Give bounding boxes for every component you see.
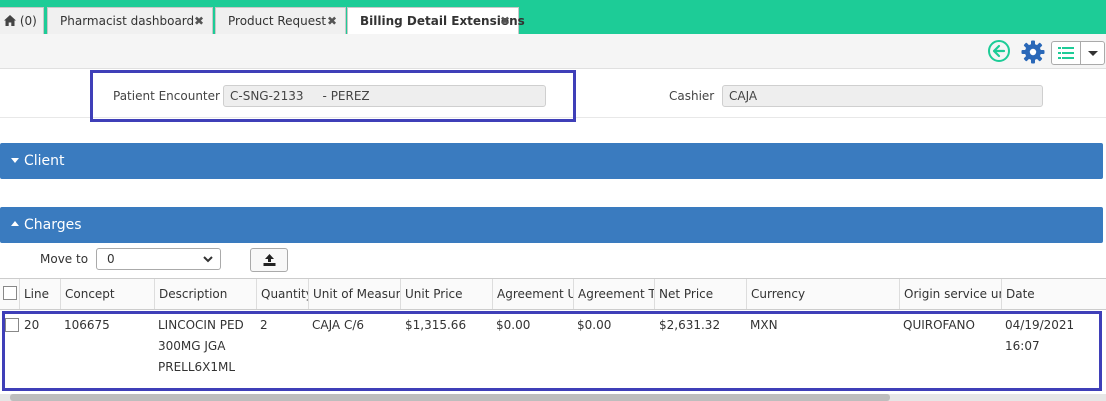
caret-down-icon[interactable] [1088, 51, 1098, 56]
column-header-date[interactable]: Date [1001, 279, 1106, 309]
move-to-value: 0 [107, 252, 115, 266]
chevron-down-icon [203, 256, 213, 263]
client-section-header[interactable]: Client [0, 143, 1103, 179]
column-header-agreement-total[interactable]: Agreement Total [573, 279, 654, 309]
home-tab-content: (0) [4, 8, 37, 34]
column-header-concept[interactable]: Concept [60, 279, 154, 309]
tab-bar: (0) Pharmacist dashboard ✖ Product Reque… [0, 0, 1106, 35]
column-header-agreement-unit[interactable]: Agreement Unit [492, 279, 573, 309]
move-to-select[interactable]: 0 [96, 248, 221, 270]
caret-down-icon [11, 158, 19, 163]
caret-up-icon [11, 221, 19, 226]
encounter-highlight [90, 70, 576, 122]
column-header-unit-price[interactable]: Unit Price [400, 279, 492, 309]
tab-billing-detail-extensions[interactable]: Billing Detail Extensions ✖ [347, 7, 525, 35]
home-icon [4, 15, 16, 26]
close-icon[interactable]: ✖ [327, 8, 337, 34]
back-circle-icon [992, 44, 1006, 58]
close-icon[interactable]: ✖ [194, 8, 204, 34]
home-tab-count: (0) [19, 14, 37, 28]
toolbar [0, 34, 1106, 69]
charges-section-header[interactable]: Charges [0, 207, 1103, 243]
tab-label: Pharmacist dashboard [60, 14, 195, 28]
list-view-dropdown[interactable] [1051, 41, 1105, 65]
column-header-currency[interactable]: Currency [746, 279, 899, 309]
back-button[interactable] [988, 40, 1010, 62]
upload-icon [263, 254, 276, 266]
upload-button[interactable] [250, 248, 288, 272]
column-header-line[interactable]: Line [19, 279, 60, 309]
tab-home[interactable]: (0) [0, 7, 44, 34]
charges-table-header: Line Concept Description Quantity Unit o… [0, 278, 1106, 310]
tab-product-request[interactable]: Product Request ✖ [215, 7, 346, 34]
gear-icon [1021, 40, 1045, 64]
select-all-checkbox[interactable] [3, 286, 17, 300]
column-header-net-price[interactable]: Net Price [654, 279, 746, 309]
horizontal-scrollbar[interactable] [0, 394, 1106, 401]
settings-button[interactable] [1020, 39, 1046, 68]
tab-label: Product Request [228, 14, 327, 28]
row-highlight [2, 311, 1102, 391]
column-header-description[interactable]: Description [154, 279, 256, 309]
list-icon [1058, 47, 1074, 59]
column-header-unit-of-measure[interactable]: Unit of Measure [308, 279, 400, 309]
scrollbar-thumb[interactable] [10, 394, 890, 401]
tab-pharmacist-dashboard[interactable]: Pharmacist dashboard ✖ [47, 7, 213, 34]
column-header-origin-service-unit[interactable]: Origin service unit [899, 279, 1001, 309]
cashier-label: Cashier [669, 89, 715, 103]
section-title: Charges [24, 217, 82, 233]
close-icon[interactable]: ✖ [500, 8, 510, 34]
button-divider [1080, 42, 1081, 64]
move-to-label: Move to [40, 252, 89, 266]
cashier-field[interactable]: CAJA [722, 85, 1043, 107]
section-title: Client [24, 153, 65, 169]
column-header-quantity[interactable]: Quantity [256, 279, 308, 309]
